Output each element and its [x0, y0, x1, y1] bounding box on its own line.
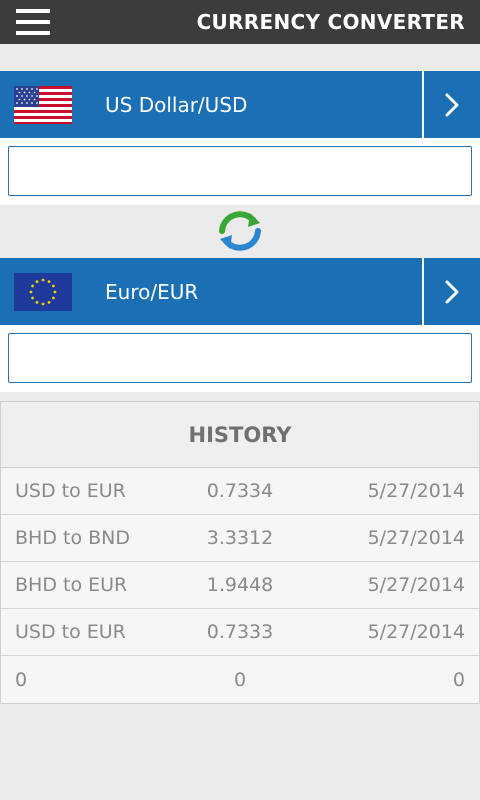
- history-date: 5/27/2014: [367, 480, 465, 502]
- hamburger-menu-icon[interactable]: [0, 0, 60, 44]
- from-currency-label: US Dollar/USD: [105, 92, 248, 117]
- top-app-bar: CURRENCY CONVERTER: [0, 0, 480, 44]
- history-pair: USD to EUR: [15, 480, 126, 502]
- eu-flag-icon: [14, 272, 72, 311]
- history-rate: 3.3312: [206, 527, 274, 549]
- history-date: 5/27/2014: [367, 527, 465, 549]
- history-row[interactable]: USD to EUR 0.7333 5/27/2014: [1, 609, 479, 656]
- from-currency-selector[interactable]: US Dollar/USD: [0, 71, 480, 138]
- to-amount-input[interactable]: [8, 333, 472, 383]
- history-pair: BHD to BND: [15, 527, 130, 549]
- history-row[interactable]: 0 0 0: [1, 656, 479, 703]
- history-rate: 1.9448: [206, 574, 274, 596]
- history-row[interactable]: USD to EUR 0.7334 5/27/2014: [1, 468, 479, 515]
- history-pair: USD to EUR: [15, 621, 126, 643]
- history-row[interactable]: BHD to BND 3.3312 5/27/2014: [1, 515, 479, 562]
- swap-arrows-icon[interactable]: [216, 209, 264, 253]
- from-amount-input[interactable]: [8, 146, 472, 196]
- chevron-right-icon[interactable]: [422, 258, 480, 325]
- history-date: 5/27/2014: [367, 621, 465, 643]
- history-table: HISTORY USD to EUR 0.7334 5/27/2014 BHD …: [0, 401, 480, 704]
- history-pair: 0: [15, 668, 28, 691]
- history-rate: 0.7333: [206, 621, 274, 643]
- history-rate: 0: [233, 668, 247, 691]
- history-pair: BHD to EUR: [15, 574, 128, 596]
- chevron-right-icon[interactable]: [422, 71, 480, 138]
- history-date: 0: [452, 668, 465, 691]
- us-flag-icon: [14, 85, 72, 124]
- to-currency-label: Euro/EUR: [105, 279, 199, 304]
- history-date: 5/27/2014: [367, 574, 465, 596]
- app-title: CURRENCY CONVERTER: [196, 10, 465, 34]
- to-currency-selector[interactable]: Euro/EUR: [0, 258, 480, 325]
- history-row[interactable]: BHD to EUR 1.9448 5/27/2014: [1, 562, 479, 609]
- history-title: HISTORY: [1, 402, 479, 468]
- history-rate: 0.7334: [206, 480, 274, 502]
